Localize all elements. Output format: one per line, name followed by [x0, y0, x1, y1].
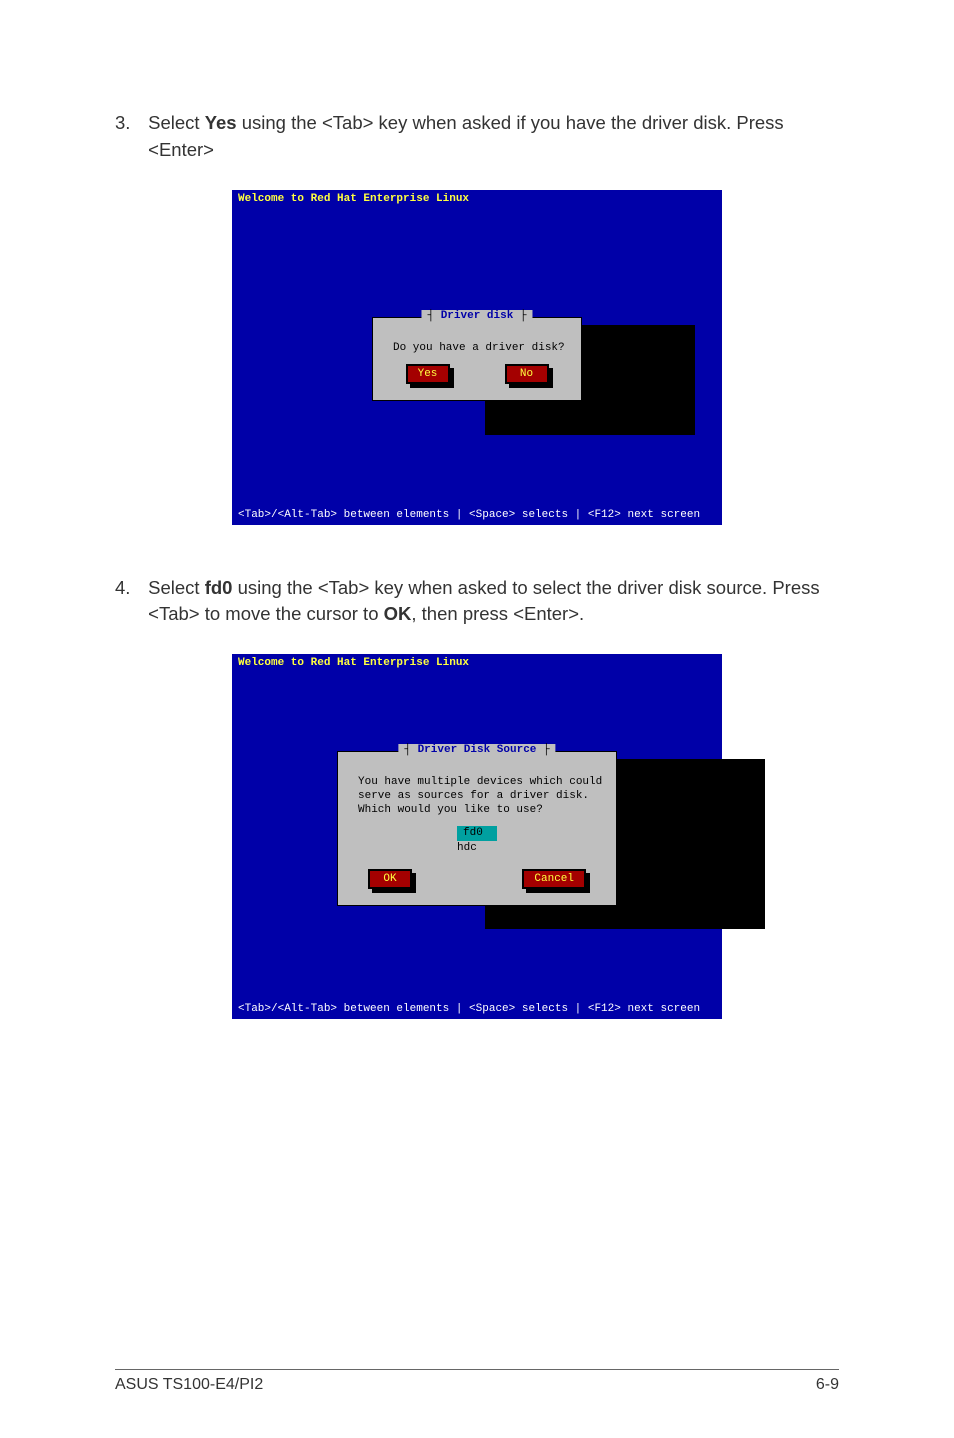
text: Select: [148, 112, 205, 133]
text: , then press <Enter>.: [411, 603, 584, 624]
yes-button[interactable]: Yes: [406, 364, 450, 384]
ok-button[interactable]: OK: [368, 869, 412, 889]
dialog-question: Do you have a driver disk?: [393, 342, 561, 354]
step-4-text: Select fd0 using the <Tab> key when aske…: [148, 575, 828, 629]
installer-footer-hint: <Tab>/<Alt-Tab> between elements | <Spac…: [232, 507, 722, 523]
installer-title: Welcome to Red Hat Enterprise Linux: [232, 654, 722, 671]
footer-right: 6-9: [816, 1376, 839, 1394]
dialog-line1: You have multiple devices which could: [358, 776, 596, 788]
dialog-title: ┤ Driver Disk Source ├: [398, 744, 555, 756]
step-3-text: Select Yes using the <Tab> key when aske…: [148, 110, 828, 164]
dialog-line2: serve as sources for a driver disk.: [358, 790, 596, 802]
step-4: 4. Select fd0 using the <Tab> key when a…: [115, 575, 839, 629]
step-4-number: 4.: [115, 575, 143, 602]
driver-disk-dialog: ┤ Driver disk ├ Do you have a driver dis…: [372, 317, 582, 401]
installer-footer-hint: <Tab>/<Alt-Tab> between elements | <Spac…: [232, 1001, 722, 1017]
installer-screenshot-2: Welcome to Red Hat Enterprise Linux ┤ Dr…: [232, 654, 722, 1019]
device-option-hdc[interactable]: hdc: [457, 841, 497, 855]
installer-screenshot-1: Welcome to Red Hat Enterprise Linux ┤ Dr…: [232, 190, 722, 525]
text: Select: [148, 577, 205, 598]
bold-ok: OK: [384, 603, 412, 624]
dialog-title: ┤ Driver disk ├: [421, 310, 532, 322]
bold-fd0: fd0: [205, 577, 233, 598]
step-3-number: 3.: [115, 110, 143, 137]
dialog-line3: Which would you like to use?: [358, 804, 596, 816]
device-option-fd0[interactable]: fd0: [457, 826, 497, 840]
footer-left: ASUS TS100-E4/PI2: [115, 1376, 263, 1394]
device-list[interactable]: fd0 hdc: [358, 826, 596, 855]
step-3: 3. Select Yes using the <Tab> key when a…: [115, 110, 839, 164]
driver-disk-source-dialog: ┤ Driver Disk Source ├ You have multiple…: [337, 751, 617, 906]
page-footer: ASUS TS100-E4/PI2 6-9: [115, 1369, 839, 1394]
installer-title: Welcome to Red Hat Enterprise Linux: [232, 190, 722, 207]
text: using the <Tab> key when asked if you ha…: [148, 112, 784, 160]
cancel-button[interactable]: Cancel: [522, 869, 586, 889]
bold-yes: Yes: [205, 112, 237, 133]
no-button[interactable]: No: [505, 364, 549, 384]
